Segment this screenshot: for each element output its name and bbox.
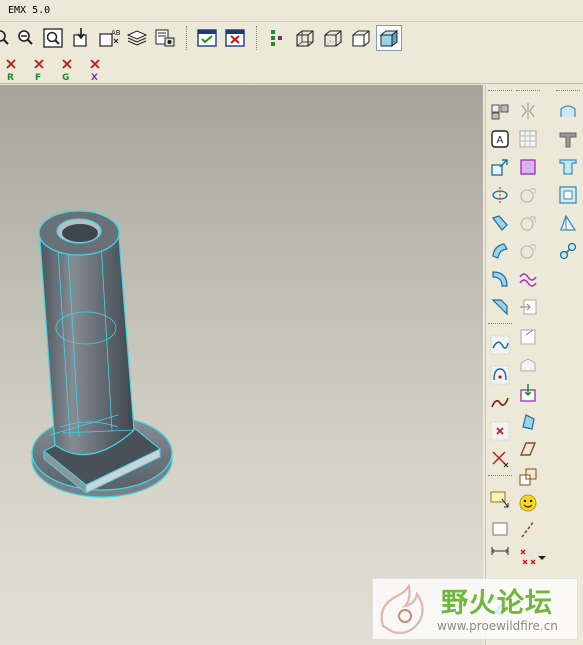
wireframe-icon[interactable]	[292, 25, 318, 51]
sketch-curve-icon[interactable]	[488, 333, 512, 357]
svg-text:A: A	[497, 135, 504, 146]
regen-toolbar: R F G X	[0, 56, 583, 84]
main-toolbar: AB	[0, 22, 583, 56]
datum-display-icon[interactable]	[264, 25, 290, 51]
flame-logo-icon	[380, 582, 424, 634]
circle-gray-icon[interactable]	[516, 183, 540, 207]
box-cut-icon[interactable]	[556, 183, 580, 207]
title-bar: EMX 5.0	[0, 0, 583, 22]
round-surface-icon[interactable]	[556, 99, 580, 123]
forum-watermark: 野火论坛 www.proewildfire.cn	[372, 578, 578, 640]
grid-icon[interactable]	[516, 127, 540, 151]
insert-icon[interactable]	[516, 295, 540, 319]
saved-view-icon[interactable]	[152, 25, 178, 51]
layers-icon[interactable]	[124, 25, 150, 51]
csys-icon[interactable]	[488, 487, 512, 511]
hidden-line-icon[interactable]	[320, 25, 346, 51]
circle-gray2-icon[interactable]	[516, 211, 540, 235]
model-tree-check-icon[interactable]	[194, 25, 220, 51]
rectangle-icon[interactable]	[488, 517, 512, 541]
svg-text:G: G	[62, 73, 69, 82]
parallelogram-icon[interactable]	[516, 437, 540, 461]
smiley-icon[interactable]	[516, 491, 540, 515]
no-hidden-icon[interactable]	[348, 25, 374, 51]
axis-cross-icon[interactable]	[488, 447, 512, 471]
circle-gray3-icon[interactable]	[516, 239, 540, 263]
feature-toolbar: A	[485, 85, 583, 645]
close-window-icon[interactable]	[222, 25, 248, 51]
dropdown-arrow-icon[interactable]	[536, 545, 548, 569]
regen-toggle-icon[interactable]: R	[1, 58, 21, 83]
dimension-icon[interactable]	[488, 539, 512, 563]
spline-icon[interactable]	[488, 391, 512, 415]
u-channel-icon[interactable]	[556, 155, 580, 179]
move-down-icon[interactable]	[516, 381, 540, 405]
svg-text:AB: AB	[111, 29, 120, 37]
transform-icon[interactable]	[488, 155, 512, 179]
sweep-icon[interactable]	[488, 211, 512, 235]
edit-gray-icon[interactable]	[516, 353, 540, 377]
datum-point-icon[interactable]	[488, 419, 512, 443]
toolbar-separator	[186, 26, 187, 50]
corner-icon[interactable]	[516, 325, 540, 349]
svg-text:X: X	[91, 73, 98, 82]
orient-icon[interactable]: AB	[96, 25, 122, 51]
stack-icon[interactable]	[516, 465, 540, 489]
feature-toggle-icon[interactable]: F	[29, 58, 49, 83]
zoom-out-icon[interactable]	[12, 25, 38, 51]
round-icon[interactable]	[488, 267, 512, 291]
draft-icon[interactable]	[556, 211, 580, 235]
emx-window: EMX 5.0 AB R F G X A 野火论坛 www.proewildfi…	[0, 0, 583, 645]
wave-icon[interactable]	[516, 267, 540, 291]
info-icon[interactable]: A	[488, 127, 512, 151]
watermark-url: www.proewildfire.cn	[437, 619, 558, 633]
model-3d[interactable]	[0, 85, 483, 645]
shading-icon[interactable]	[376, 25, 402, 51]
repaint-icon[interactable]	[68, 25, 94, 51]
svg-text:F: F	[35, 73, 41, 82]
chain-icon[interactable]	[556, 239, 580, 263]
datum-curve-icon[interactable]	[488, 363, 512, 387]
svg-text:R: R	[7, 73, 14, 82]
purple-square-icon[interactable]	[516, 155, 540, 179]
watermark-chinese: 野火论坛	[441, 588, 553, 619]
t-slot-icon[interactable]	[556, 127, 580, 151]
toolbar-separator	[256, 26, 257, 50]
chamfer-icon[interactable]	[488, 295, 512, 319]
refit-icon[interactable]	[40, 25, 66, 51]
dash-line-icon[interactable]	[516, 517, 540, 541]
x-toggle-icon[interactable]: X	[85, 58, 105, 83]
mirror-icon[interactable]	[516, 99, 540, 123]
pattern-icon[interactable]	[488, 99, 512, 123]
revolve-icon[interactable]	[488, 183, 512, 207]
blend-icon[interactable]	[488, 239, 512, 263]
solid-icon[interactable]	[516, 409, 540, 433]
window-title: EMX 5.0	[8, 5, 51, 16]
graphics-viewport[interactable]	[0, 85, 483, 645]
group-toggle-icon[interactable]: G	[57, 58, 77, 83]
cylinder-body	[39, 224, 135, 456]
